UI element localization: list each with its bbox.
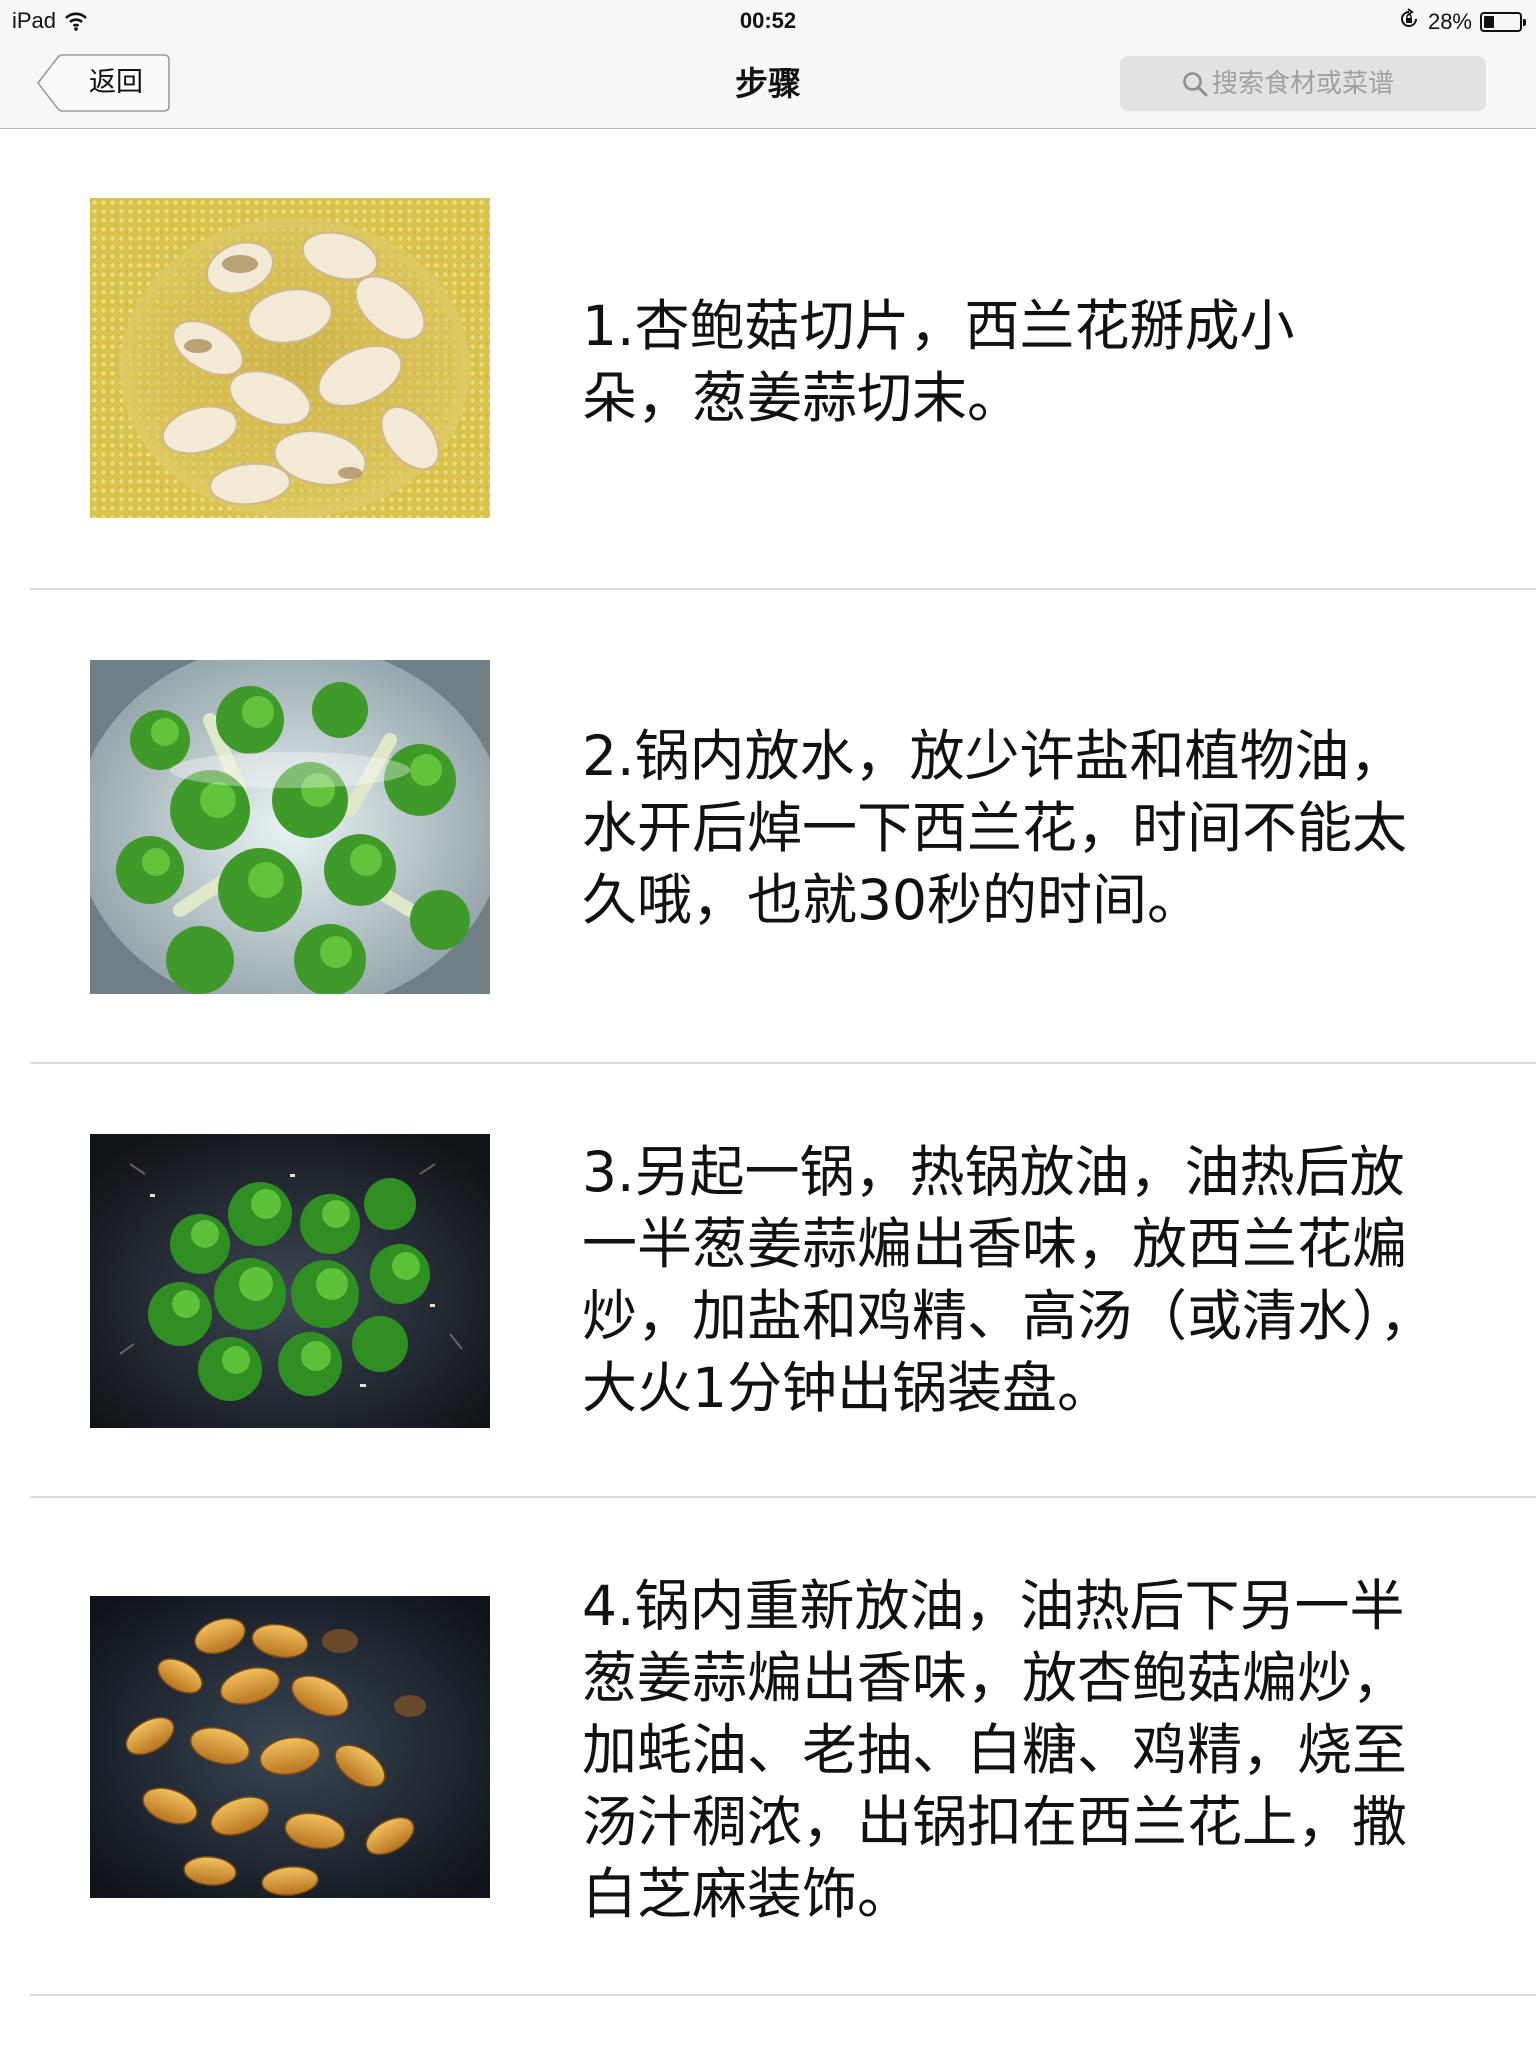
status-right: 28% xyxy=(1398,8,1526,36)
step-text-3: 3.另起一锅，热锅放油，油热后放一半葱姜蒜煸出香味，放西兰花煸炒，加盐和鸡精、高… xyxy=(582,1140,1435,1420)
step-text-4: 4.锅内重新放油，油热后下另一半葱姜蒜煸出香味，放杏鲍菇煸炒， 加蚝油、老抽、白… xyxy=(582,1574,1408,1926)
search-box[interactable] xyxy=(1120,56,1502,111)
step-photo-2 xyxy=(90,660,490,994)
battery-percent: 28% xyxy=(1427,9,1472,34)
step-item-3: 3.另起一锅，热锅放油，油热后放一半葱姜蒜煸出香味，放西兰花煸炒，加盐和鸡精、高… xyxy=(30,1064,1536,1498)
step-item-1: 1.杏鲍菇切片，西兰花掰成小朵，葱姜蒜切末。 xyxy=(30,128,1536,590)
step-photo-4 xyxy=(90,1596,490,1898)
battery-icon xyxy=(1480,12,1526,32)
search-input[interactable] xyxy=(1184,68,1502,99)
battery-fill xyxy=(1484,16,1494,28)
navigation-bar: 返回 步骤 xyxy=(0,40,1536,129)
step-photo-3 xyxy=(90,1134,490,1428)
status-time: 00:52 xyxy=(739,8,797,33)
step-item-2: 2.锅内放水，放少许盐和植物油，水开后焯一下西兰花，时间不能太久哦，也就30秒的… xyxy=(30,590,1536,1064)
page-title: 步骤 xyxy=(735,64,801,103)
rotation-lock-icon xyxy=(1398,8,1420,36)
status-bar: iPad 00:52 28% xyxy=(0,0,1536,40)
step-text-2: 2.锅内放水，放少许盐和植物油，水开后焯一下西兰花，时间不能太久哦，也就30秒的… xyxy=(582,724,1408,932)
step-text-1: 1.杏鲍菇切片，西兰花掰成小朵，葱姜蒜切末。 xyxy=(582,294,1295,430)
search-icon xyxy=(1182,71,1208,101)
step-photo-1 xyxy=(90,198,490,518)
step-item-4: 4.锅内重新放油，油热后下另一半葱姜蒜煸出香味，放杏鲍菇煸炒， 加蚝油、老抽、白… xyxy=(30,1498,1536,1996)
back-button[interactable]: 返回 xyxy=(32,54,170,112)
back-button-label: 返回 xyxy=(89,67,143,98)
